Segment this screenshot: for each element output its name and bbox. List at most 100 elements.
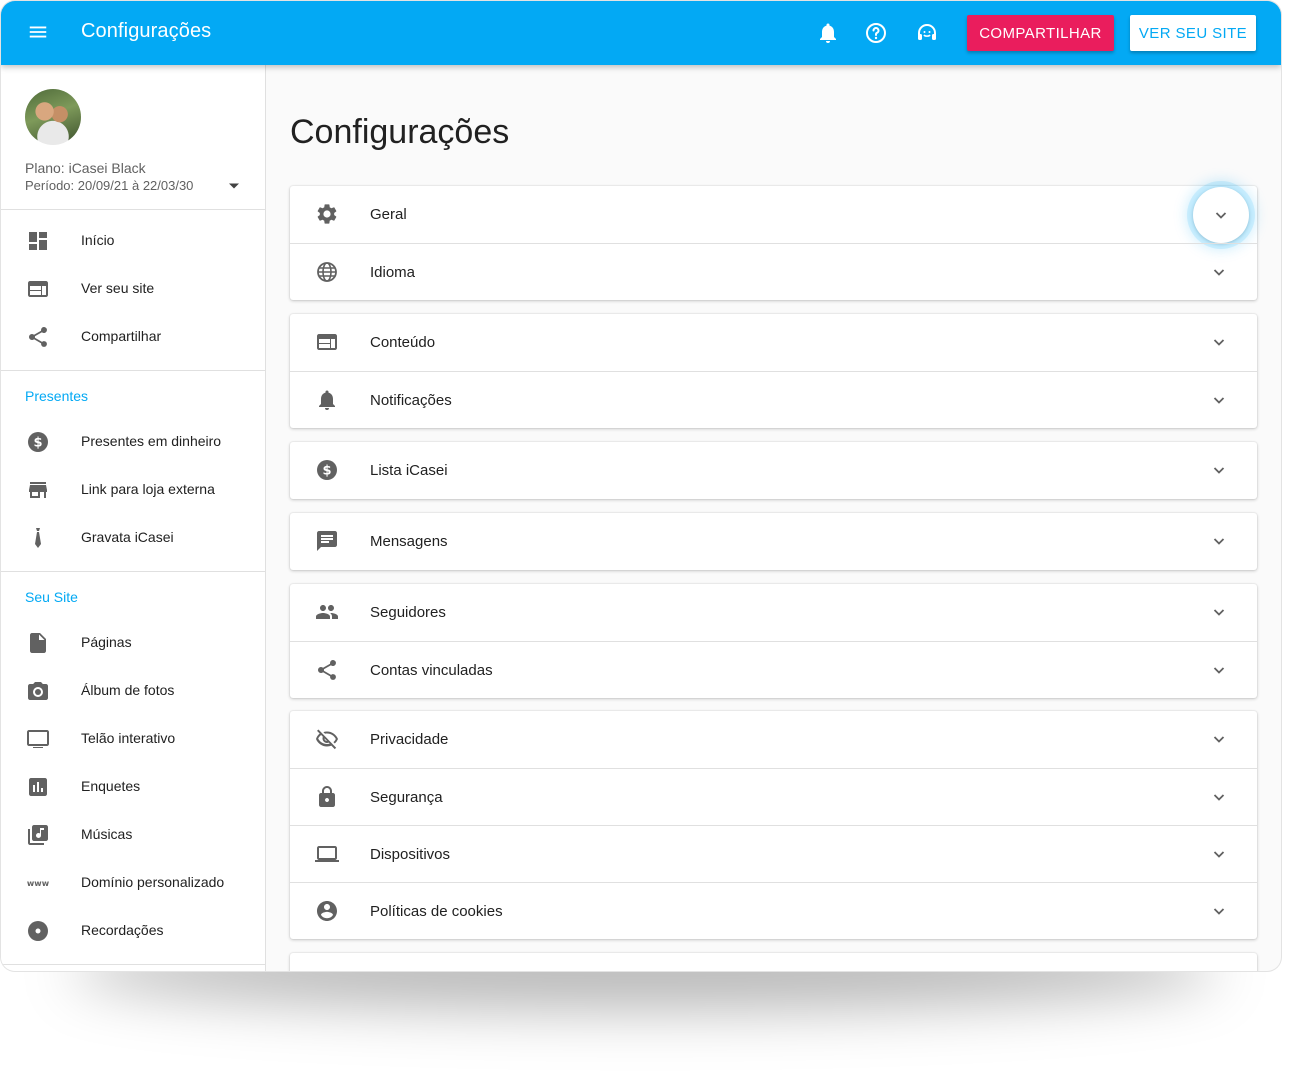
settings-row-notificacoes[interactable]: Notificações [290, 371, 1257, 428]
svg-text:$: $ [322, 464, 331, 479]
chevron-down-icon[interactable] [1211, 846, 1227, 862]
settings-row-label: Segurança [370, 789, 443, 806]
view-site-button[interactable]: VER SEU SITE [1130, 15, 1256, 51]
sidebar-divider [1, 370, 266, 371]
chevron-down-icon[interactable] [1211, 604, 1227, 620]
sidebar-item-ver-seu-site[interactable]: Ver seu site [1, 267, 265, 311]
settings-row-seguranca[interactable]: Segurança [290, 768, 1257, 825]
bell-icon[interactable] [816, 21, 840, 45]
dashboard-icon [26, 229, 50, 253]
store-icon [26, 478, 50, 502]
settings-card: $ Lista iCasei [290, 442, 1257, 499]
settings-row-privacidade[interactable]: Privacidade [290, 711, 1257, 768]
page-icon [26, 631, 50, 655]
svg-text:www: www [27, 879, 50, 888]
sidebar-item-musicas[interactable]: Músicas [1, 813, 265, 857]
chevron-down-icon[interactable] [1211, 334, 1227, 350]
settings-row-label: Conteúdo [370, 334, 436, 351]
settings-card: Mensagens [290, 513, 1257, 570]
chevron-down-icon[interactable] [1211, 731, 1227, 747]
sidebar-item-label: Enquetes [81, 778, 141, 794]
poll-icon [26, 775, 50, 799]
chevron-down-icon[interactable] [1211, 789, 1227, 805]
caret-down-icon[interactable] [227, 179, 241, 193]
settings-row-seguidores[interactable]: Seguidores [290, 584, 1257, 641]
sidebar-item-label: Início [81, 232, 115, 248]
settings-row-dispositivos[interactable]: Dispositivos [290, 825, 1257, 882]
sidebar-divider [1, 209, 266, 210]
main-content: Configurações Geral Idioma Conteúdo Noti… [266, 65, 1281, 971]
settings-card: Geral Idioma [290, 186, 1257, 300]
sidebar-item-loja-externa[interactable]: Link para loja externa [1, 468, 265, 512]
tie-icon [26, 526, 50, 550]
settings-card: Seguidores Contas vinculadas [290, 584, 1257, 698]
sidebar-item-dominio[interactable]: www Domínio personalizado [1, 861, 265, 905]
web-icon [315, 330, 339, 354]
settings-row-mensagens[interactable]: Mensagens [290, 513, 1257, 570]
laptop-icon [315, 842, 339, 866]
chevron-down-icon[interactable] [1211, 462, 1227, 478]
support-icon[interactable] [915, 21, 939, 45]
settings-row-lista-icasei[interactable]: $ Lista iCasei [290, 442, 1257, 499]
sidebar-item-telao[interactable]: Telão interativo [1, 717, 265, 761]
settings-card-partial [290, 953, 1257, 971]
screen-icon [26, 727, 50, 751]
share-button[interactable]: COMPARTILHAR [967, 15, 1114, 51]
web-icon [26, 277, 50, 301]
sidebar-item-inicio[interactable]: Início [1, 219, 265, 263]
message-icon [315, 529, 339, 553]
sidebar-item-label: Domínio personalizado [81, 874, 225, 890]
chevron-down-icon[interactable] [1211, 392, 1227, 408]
sidebar-item-album[interactable]: Álbum de fotos [1, 669, 265, 713]
settings-row-cookies[interactable]: Políticas de cookies [290, 882, 1257, 939]
settings-row-label: Idioma [370, 264, 416, 281]
people-icon [315, 600, 339, 624]
sidebar-item-label: Páginas [81, 634, 132, 650]
settings-row-geral[interactable]: Geral [290, 186, 1257, 243]
lock-icon [315, 785, 339, 809]
settings-row-label: Privacidade [370, 731, 449, 748]
sidebar-item-paginas[interactable]: Páginas [1, 621, 265, 665]
sidebar-divider [1, 571, 266, 572]
sidebar-item-compartilhar[interactable]: Compartilhar [1, 315, 265, 359]
sidebar-item-recordacoes[interactable]: Recordações [1, 909, 265, 953]
settings-row-label: Lista iCasei [370, 462, 448, 479]
menu-icon[interactable] [27, 21, 49, 43]
settings-row-conteudo[interactable]: Conteúdo [290, 314, 1257, 371]
settings-row-idioma[interactable]: Idioma [290, 243, 1257, 300]
page-title: Configurações [290, 113, 510, 151]
settings-row-label: Políticas de cookies [370, 903, 503, 920]
chevron-down-icon[interactable] [1211, 264, 1227, 280]
chevron-down-icon[interactable] [1211, 662, 1227, 678]
settings-row-contas-vinculadas[interactable]: Contas vinculadas [290, 641, 1257, 698]
account-icon [315, 899, 339, 923]
sidebar-item-enquetes[interactable]: Enquetes [1, 765, 265, 809]
sidebar-item-gravata[interactable]: Gravata iCasei [1, 516, 265, 560]
help-icon[interactable] [864, 21, 888, 45]
money-icon: $ [26, 430, 50, 454]
chevron-down-icon[interactable] [1211, 903, 1227, 919]
plan-label: Plano: iCasei Black [25, 160, 146, 176]
period-label: Período: 20/09/21 à 22/03/30 [25, 178, 194, 193]
settings-card: Conteúdo Notificações [290, 314, 1257, 428]
chevron-down-icon[interactable] [1193, 187, 1249, 243]
sidebar-item-label: Músicas [81, 826, 133, 842]
sidebar-item-label: Recordações [81, 922, 164, 938]
settings-row-label: Geral [370, 206, 407, 223]
sidebar-item-label: Presentes em dinheiro [81, 433, 222, 449]
www-icon: www [26, 871, 50, 895]
svg-text:$: $ [33, 436, 42, 451]
music-icon [26, 823, 50, 847]
share-icon [315, 658, 339, 682]
sidebar-item-label: Telão interativo [81, 730, 176, 746]
chevron-down-icon[interactable] [1211, 533, 1227, 549]
avatar[interactable] [25, 89, 81, 145]
globe-icon [315, 260, 339, 284]
camera-icon [26, 679, 50, 703]
section-title-seu-site: Seu Site [25, 589, 78, 605]
money-icon: $ [315, 458, 339, 482]
sidebar-item-label: Gravata iCasei [81, 529, 174, 545]
sidebar-item-presentes-dinheiro[interactable]: $ Presentes em dinheiro [1, 420, 265, 464]
sidebar-divider [1, 964, 266, 965]
gear-icon [315, 202, 339, 226]
